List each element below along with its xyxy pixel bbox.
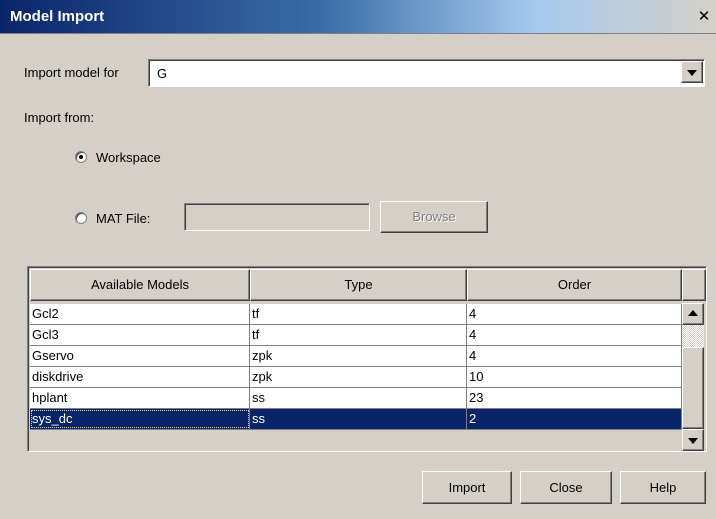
table-row[interactable]: Gcl3 tf 4 bbox=[30, 325, 682, 346]
title-bar: Model Import ✕ bbox=[0, 0, 716, 34]
model-type-cell[interactable]: zpk bbox=[250, 367, 467, 387]
table-row[interactable]: Gcl2 tf 4 bbox=[30, 304, 682, 325]
column-header-order[interactable]: Order bbox=[467, 269, 682, 301]
model-type-cell[interactable]: tf bbox=[250, 304, 467, 324]
dropdown-arrow-button[interactable] bbox=[681, 61, 703, 83]
import-button[interactable]: Import bbox=[422, 471, 512, 504]
radio-selected-dot bbox=[79, 155, 83, 159]
model-type-cell[interactable]: tf bbox=[250, 325, 467, 345]
model-name-cell[interactable]: hplant bbox=[30, 388, 250, 408]
column-header-available-models[interactable]: Available Models bbox=[30, 269, 250, 301]
model-name-cell[interactable]: Gcl2 bbox=[30, 304, 250, 324]
scroll-track[interactable] bbox=[682, 325, 704, 347]
model-order-cell[interactable]: 2 bbox=[467, 409, 682, 429]
help-button[interactable]: Help bbox=[620, 471, 706, 504]
import-from-label: Import from: bbox=[24, 110, 95, 125]
table-row[interactable]: hplant ss 23 bbox=[30, 388, 682, 409]
table-row-selected[interactable]: sys_dc ss 2 bbox=[30, 409, 682, 430]
column-header-type[interactable]: Type bbox=[250, 269, 467, 301]
model-name-cell[interactable]: sys_dc bbox=[30, 409, 250, 429]
scroll-thumb[interactable] bbox=[682, 347, 704, 429]
mat-file-radio[interactable] bbox=[75, 212, 87, 224]
header-corner bbox=[682, 269, 706, 301]
mat-file-input[interactable] bbox=[184, 203, 370, 231]
close-button[interactable]: Close bbox=[520, 471, 612, 504]
import-model-for-label: Import model for bbox=[24, 65, 119, 80]
model-name-cell[interactable]: Gcl3 bbox=[30, 325, 250, 345]
model-type-cell[interactable]: ss bbox=[250, 388, 467, 408]
table-row[interactable]: Gservo zpk 4 bbox=[30, 346, 682, 367]
scroll-up-button[interactable] bbox=[682, 303, 704, 325]
table-scrollbar[interactable] bbox=[682, 303, 704, 451]
table-row[interactable]: diskdrive zpk 10 bbox=[30, 367, 682, 388]
import-model-for-select[interactable]: G bbox=[148, 59, 705, 87]
model-order-cell[interactable]: 4 bbox=[467, 346, 682, 366]
chevron-down-icon bbox=[687, 70, 697, 76]
models-table: Available Models Type Order Gcl2 tf 4 Gc… bbox=[27, 266, 707, 452]
mat-file-radio-label[interactable]: MAT File: bbox=[96, 211, 150, 226]
model-type-cell[interactable]: zpk bbox=[250, 346, 467, 366]
workspace-radio[interactable] bbox=[75, 151, 87, 163]
model-name-cell[interactable]: diskdrive bbox=[30, 367, 250, 387]
model-order-cell[interactable]: 4 bbox=[467, 325, 682, 345]
model-name-cell[interactable]: Gservo bbox=[30, 346, 250, 366]
scroll-down-button[interactable] bbox=[682, 429, 704, 451]
model-order-cell[interactable]: 23 bbox=[467, 388, 682, 408]
workspace-radio-label[interactable]: Workspace bbox=[96, 150, 161, 165]
arrow-up-icon bbox=[688, 310, 698, 316]
import-model-for-value: G bbox=[157, 66, 168, 81]
arrow-down-icon bbox=[688, 438, 698, 444]
model-type-cell[interactable]: ss bbox=[250, 409, 467, 429]
model-order-cell[interactable]: 10 bbox=[467, 367, 682, 387]
close-icon[interactable]: ✕ bbox=[696, 9, 712, 25]
browse-button[interactable]: Browse bbox=[380, 201, 488, 233]
window-title: Model Import bbox=[10, 8, 105, 25]
model-order-cell[interactable]: 4 bbox=[467, 304, 682, 324]
